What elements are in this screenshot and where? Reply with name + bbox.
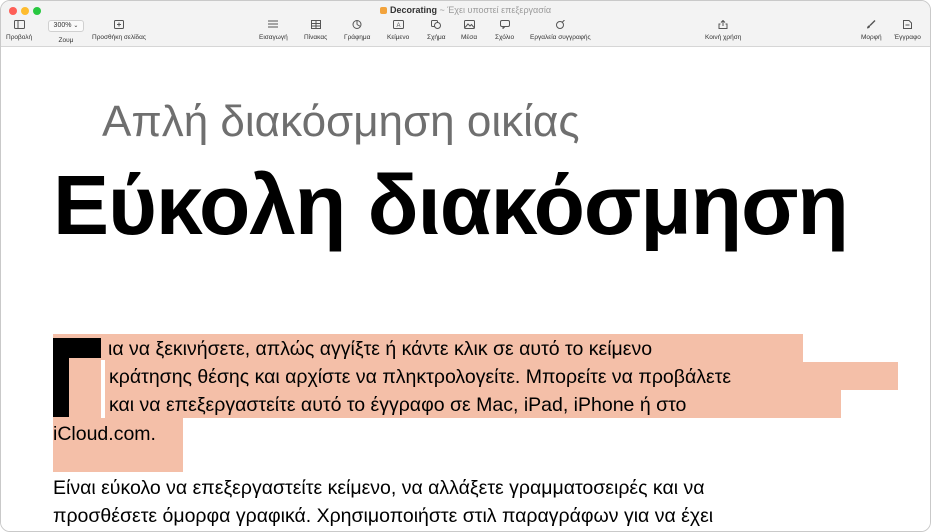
- paragraph2-line[interactable]: Είναι εύκολο να επεξεργαστείτε κείμενο, …: [53, 477, 705, 500]
- toolbar: Decorating ~ Έχει υποστεί επεξεργασία Πρ…: [1, 1, 930, 47]
- paragraph1-line[interactable]: και να επεξεργαστείτε αυτό το έγγραφο σε…: [109, 394, 686, 417]
- authoring-tools-button[interactable]: Εργαλεία συγγραφής: [530, 20, 591, 41]
- table-icon: [310, 20, 321, 29]
- dropcap-gap: [101, 360, 105, 418]
- share-label: Κοινή χρήση: [705, 34, 742, 41]
- paragraph1-line[interactable]: κράτησης θέσης και αρχίστε να πληκτρολογ…: [109, 366, 731, 389]
- document-name: Decorating: [389, 5, 437, 15]
- paragraph1-line[interactable]: iCloud.com.: [53, 423, 156, 446]
- authoring-tools-icon: [556, 20, 566, 29]
- add-page-label: Προσθήκη σελίδας: [92, 34, 147, 41]
- table-label: Πίνακας: [304, 34, 328, 41]
- text-button[interactable]: A Κείμενο: [387, 20, 409, 41]
- comment-label: Σχόλιο: [495, 34, 515, 41]
- insert-list-icon: [268, 20, 279, 28]
- format-label: Μορφή: [861, 34, 882, 41]
- add-page-button[interactable]: Προσθήκη σελίδας: [92, 20, 146, 41]
- document-page-icon: [902, 20, 912, 29]
- media-label: Μέσα: [461, 34, 478, 41]
- document-canvas[interactable]: Απλή διακόσμηση οικίας Εύκολη διακόσμηση…: [1, 47, 930, 531]
- document-headline[interactable]: Εύκολη διακόσμηση: [53, 157, 849, 254]
- authoring-label: Εργαλεία συγγραφής: [530, 34, 591, 41]
- view-button[interactable]: Προβολή: [6, 20, 32, 41]
- pages-window: Decorating ~ Έχει υποστεί επεξεργασία Πρ…: [0, 0, 931, 532]
- view-label: Προβολή: [6, 34, 33, 41]
- document-icon: [379, 7, 387, 14]
- document-subtitle[interactable]: Απλή διακόσμηση οικίας: [102, 97, 580, 147]
- paragraph1-line[interactable]: ια να ξεκινήσετε, απλώς αγγίξτε ή κάντε …: [108, 338, 652, 361]
- text-label: Κείμενο: [387, 34, 410, 41]
- media-photo-icon: [463, 20, 475, 29]
- chart-pie-icon: [352, 20, 362, 29]
- chart-button[interactable]: Γράφημα: [344, 20, 370, 41]
- shape-icon: [431, 20, 442, 29]
- insert-label: Εισαγωγή: [259, 34, 288, 41]
- chart-label: Γράφημα: [344, 34, 371, 41]
- shape-label: Σχήμα: [427, 34, 446, 41]
- chevron-down-icon: ⌄: [73, 23, 79, 29]
- drop-cap[interactable]: [53, 338, 101, 417]
- media-button[interactable]: Μέσα: [461, 20, 477, 41]
- add-page-icon: [114, 20, 125, 29]
- zoom-menu[interactable]: 300% ⌄ Ζουμ: [48, 20, 84, 44]
- zoom-value: 300% ⌄: [48, 20, 84, 32]
- svg-text:A: A: [396, 23, 400, 29]
- table-button[interactable]: Πίνακας: [304, 20, 327, 41]
- zoom-label: Ζουμ: [58, 37, 74, 44]
- text-box-icon: A: [392, 20, 404, 29]
- sidebar-icon: [13, 20, 25, 29]
- document-label: Έγγραφο: [894, 34, 921, 41]
- insert-button[interactable]: Εισαγωγή: [259, 20, 288, 41]
- window-title: Decorating ~ Έχει υποστεί επεξεργασία: [1, 5, 930, 15]
- comment-icon: [499, 20, 510, 29]
- document-button[interactable]: Έγγραφο: [894, 20, 921, 41]
- edited-status: ~ Έχει υποστεί επεξεργασία: [439, 5, 552, 15]
- comment-button[interactable]: Σχόλιο: [495, 20, 514, 41]
- format-button[interactable]: Μορφή: [861, 20, 882, 41]
- paintbrush-icon: [867, 20, 876, 29]
- share-button[interactable]: Κοινή χρήση: [705, 20, 741, 41]
- paragraph2-line[interactable]: προσθέσετε όμορφα γραφικά. Χρησιμοποιήστ…: [53, 505, 713, 528]
- share-icon: [718, 20, 728, 29]
- shape-button[interactable]: Σχήμα: [427, 20, 446, 41]
